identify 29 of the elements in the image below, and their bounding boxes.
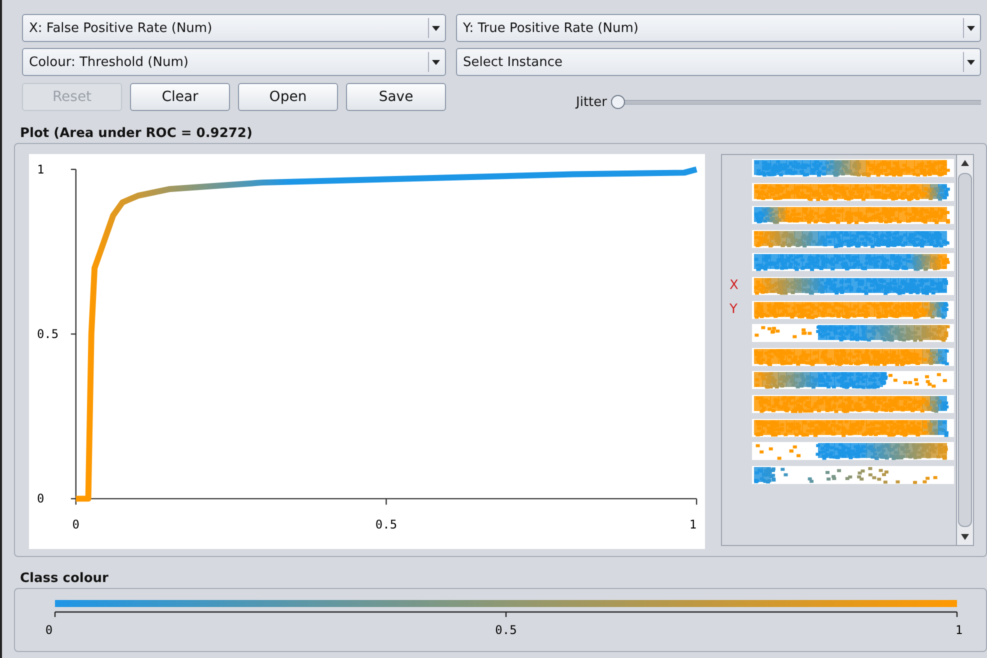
- scroll-up-icon[interactable]: [960, 159, 970, 167]
- colour-dropdown[interactable]: Colour: Threshold (Num): [22, 48, 446, 76]
- x-axis-dropdown[interactable]: X: False Positive Rate (Num): [22, 14, 446, 42]
- scale-tick-label: 1: [955, 623, 963, 637]
- axis-marker: Y: [728, 302, 738, 318]
- action-button[interactable]: Save: [346, 83, 446, 111]
- slider-thumb[interactable]: [610, 95, 625, 109]
- dropdown-arrow-icon: [428, 52, 443, 72]
- x-tick-label: 0.5: [375, 518, 398, 532]
- jitter-label: Jitter: [576, 94, 607, 110]
- scale-tick-label: 0.5: [495, 623, 517, 637]
- action-button[interactable]: Clear: [130, 83, 230, 111]
- y-tick-label: 1: [36, 162, 44, 176]
- x-tick-label: 1: [689, 518, 697, 532]
- dropdown-arrow-icon: [962, 52, 978, 72]
- axis-marker: X: [728, 278, 740, 294]
- x-tick-label: 0: [72, 518, 80, 532]
- scrollbar[interactable]: [956, 155, 973, 545]
- plot-title: Plot (Area under ROC = 0.9272): [19, 125, 254, 143]
- y-axis-dropdown[interactable]: Y: True Positive Rate (Num): [456, 14, 981, 42]
- class-colour-title: Class colour: [19, 570, 110, 588]
- scale-tick-label: 0: [45, 623, 53, 637]
- dropdown-arrow-icon: [428, 18, 443, 38]
- y-tick-label: 0: [36, 492, 44, 506]
- y-tick-label: 0.5: [36, 327, 59, 342]
- action-button[interactable]: Open: [238, 83, 338, 111]
- dropdown-arrow-icon: [962, 18, 978, 38]
- instance-dropdown[interactable]: Select Instance: [456, 48, 981, 76]
- scroll-down-icon[interactable]: [960, 533, 970, 541]
